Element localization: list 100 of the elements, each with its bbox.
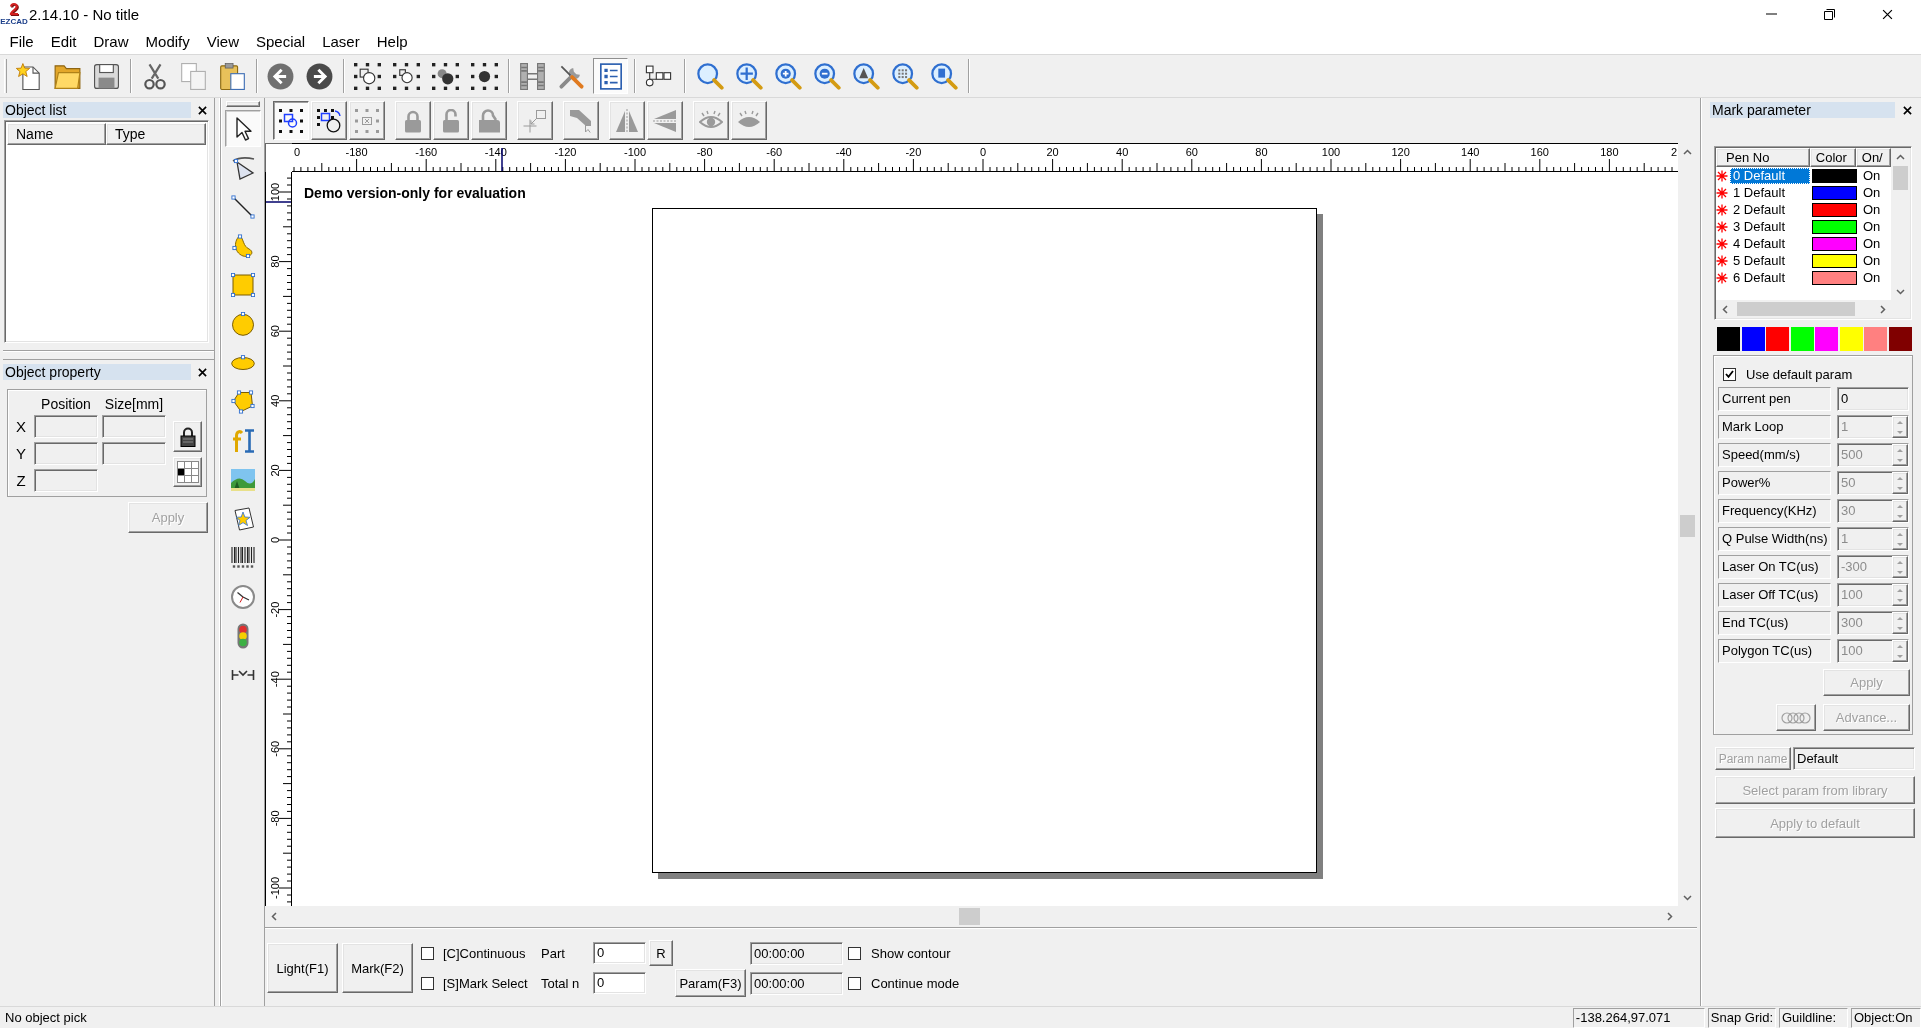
drawing-canvas[interactable]: Demo version-only for evaluation: [292, 172, 1678, 906]
parameter-field[interactable]: 0: [1837, 387, 1909, 411]
ruler-label: 100: [1321, 146, 1341, 158]
checklist-icon: [599, 62, 622, 90]
zoom-in-icon: [775, 62, 802, 90]
panel-splitter[interactable]: [3, 350, 214, 360]
toolbar-button[interactable]: [273, 101, 309, 140]
pen-name[interactable]: 3 Default: [1730, 218, 1810, 235]
draw-tool-button[interactable]: [224, 110, 261, 147]
status-pane: Guildline:: [1779, 1007, 1848, 1028]
mirror-vertical-icon: [653, 108, 677, 133]
parameter-label: Polygon TC(us): [1718, 639, 1831, 663]
pen-name[interactable]: 6 Default: [1730, 269, 1810, 286]
down-arrow-icon: [1897, 514, 1903, 518]
menu-item[interactable]: Laser: [313, 30, 369, 52]
dotted-frame-filled-circles-icon: [432, 62, 459, 90]
new-file-icon: [16, 62, 41, 90]
toolbar-grip[interactable]: [225, 101, 260, 107]
ruler-label: -40: [269, 671, 281, 688]
menu-item[interactable]: Special: [247, 30, 314, 52]
pen-name[interactable]: 1 Default: [1730, 184, 1810, 201]
menu-item[interactable]: Edit: [42, 30, 86, 52]
checkbox[interactable]: [848, 976, 861, 990]
group-selection-icon: [279, 108, 303, 133]
pen-name[interactable]: 4 Default: [1730, 235, 1810, 252]
pen-name[interactable]: 0 Default: [1730, 167, 1810, 184]
zoom-out-icon: [814, 62, 841, 90]
grid-icon: [176, 461, 199, 483]
color-swatch[interactable]: [1815, 327, 1838, 351]
down-arrow-icon: [1897, 626, 1903, 630]
checkbox[interactable]: [1723, 367, 1736, 381]
pen-status: On: [1863, 202, 1881, 217]
object-list[interactable]: Name Type: [4, 120, 209, 343]
reset-button[interactable]: R: [649, 940, 673, 966]
panel-close-button[interactable]: [196, 104, 208, 116]
menu-item[interactable]: Draw: [85, 30, 138, 52]
checkbox[interactable]: [848, 946, 861, 960]
ruler-label: 60: [1185, 146, 1198, 158]
dotted-frame-x-icon: [355, 108, 379, 133]
horizontal-scrollbar[interactable]: [1716, 300, 1891, 318]
pen-table[interactable]: Pen No Color On/ 0 Default On 1 Default On 2 Default On 3 Default On 4 Default On 5 Default On 6 Default On: [1714, 146, 1912, 320]
ruler-label: -60: [269, 740, 281, 757]
base-point-button[interactable]: [173, 457, 202, 487]
menu-item[interactable]: Modify: [137, 30, 199, 52]
menu-item[interactable]: View: [198, 30, 248, 52]
panel-close-button[interactable]: [196, 366, 208, 378]
logo-numeral: 2: [9, 2, 19, 17]
parameter-label: Q Pulse Width(ns): [1718, 527, 1831, 551]
pen-name[interactable]: 2 Default: [1730, 201, 1810, 218]
counter-field[interactable]: 0: [593, 972, 646, 994]
column-header[interactable]: Type: [106, 123, 206, 145]
counter-field[interactable]: 0: [593, 942, 646, 964]
lock-button[interactable]: [173, 421, 202, 452]
color-swatch[interactable]: [1839, 327, 1863, 351]
color-swatch[interactable]: [1741, 327, 1765, 351]
chevron-left-icon: [270, 912, 277, 921]
toolbar-button[interactable]: [593, 58, 628, 94]
column-header[interactable]: Pen No: [1716, 148, 1810, 167]
thick-arrow-icon: [569, 108, 593, 133]
ruler-label: -40: [835, 146, 852, 158]
color-swatch[interactable]: [1888, 327, 1912, 351]
light-button[interactable]: Light(F1): [267, 943, 338, 993]
ruler-label: 80: [1255, 146, 1268, 158]
pen-name[interactable]: 5 Default: [1730, 252, 1810, 269]
menu-item[interactable]: Help: [368, 30, 417, 52]
scroll-thumb[interactable]: [959, 908, 980, 925]
column-header[interactable]: On/: [1855, 148, 1891, 167]
ladder-icon: [520, 62, 545, 90]
ruler-label: 0: [269, 536, 281, 544]
parameter-label: Frequency(KHz): [1718, 499, 1831, 523]
panel-close-button[interactable]: [1901, 104, 1913, 116]
folder-icon: [54, 63, 81, 89]
pen-status: On: [1863, 270, 1881, 285]
param-button[interactable]: Param(F3): [675, 969, 746, 997]
checkbox[interactable]: [421, 976, 434, 990]
scroll-thumb[interactable]: [1680, 515, 1695, 537]
checkbox[interactable]: [421, 946, 434, 960]
pen-status: On: [1863, 219, 1881, 234]
asterisk-icon: [1716, 237, 1728, 250]
column-header[interactable]: Name: [7, 123, 106, 145]
close-icon: [1902, 105, 1912, 115]
scroll-thumb[interactable]: [1737, 302, 1855, 316]
menu-item[interactable]: File: [1, 30, 43, 52]
chevron-up-icon: [1896, 153, 1905, 160]
ruler-label: -80: [696, 146, 713, 158]
mark-button[interactable]: Mark(F2): [342, 943, 413, 993]
up-arrow-icon: [1897, 560, 1903, 564]
pen-status: On: [1863, 168, 1881, 183]
color-swatch[interactable]: [1864, 327, 1887, 351]
checkmark-icon: [1725, 370, 1734, 378]
down-arrow-icon: [1897, 542, 1903, 546]
ruler-label: -20: [905, 146, 922, 158]
vertical-scrollbar[interactable]: [1891, 148, 1910, 300]
magnifier-triangle-icon: [853, 62, 880, 90]
scroll-thumb[interactable]: [1893, 166, 1908, 190]
ellipse-icon: [230, 355, 255, 370]
color-swatch[interactable]: [1766, 327, 1789, 351]
color-swatch[interactable]: [1717, 327, 1740, 351]
color-swatch[interactable]: [1790, 327, 1814, 351]
column-header[interactable]: Color: [1809, 148, 1856, 167]
